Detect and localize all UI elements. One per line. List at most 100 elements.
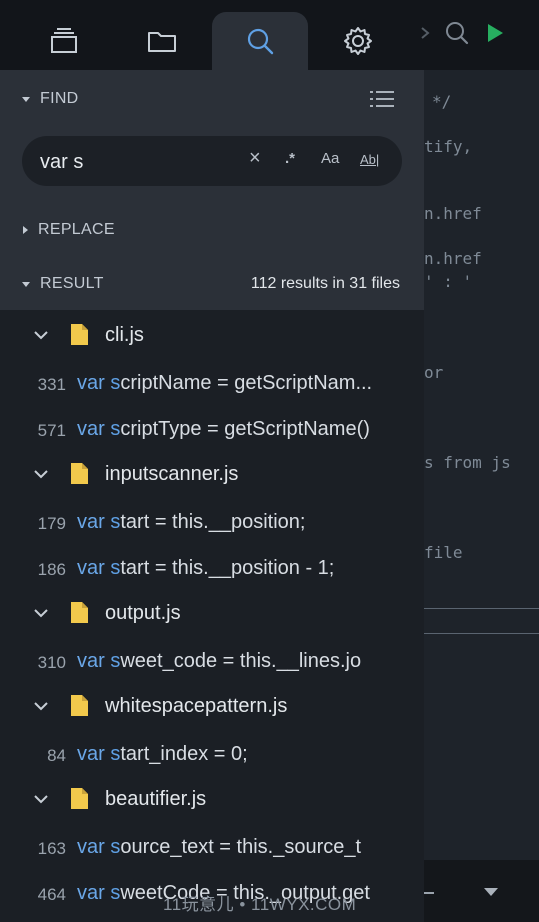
match-case-toggle[interactable]: Aa (321, 150, 339, 167)
result-file-row[interactable]: inputscanner.js (0, 455, 424, 495)
match-text: var scriptName = getScriptNam... (77, 372, 397, 395)
match-highlight: s (110, 836, 121, 858)
code-line: ' : ' (424, 272, 473, 291)
result-match-row[interactable]: 331 var scriptName = getScriptNam... (0, 363, 424, 403)
match-keyword: var (77, 557, 105, 579)
editor-bottom-bar (424, 860, 539, 922)
line-number: 84 (47, 746, 66, 765)
chevron-down-icon[interactable] (34, 794, 48, 804)
match-text: var scriptType = getScriptName() (77, 418, 397, 441)
match-text: var source_text = this._source_t (77, 836, 397, 859)
match-rest: criptName = getScriptNam... (120, 372, 373, 394)
gear-icon (344, 27, 372, 55)
result-match-row[interactable]: 310 var sweet_code = this.__lines.jo (0, 641, 424, 681)
result-match-row[interactable]: 163 var source_text = this._source_t (0, 827, 424, 867)
match-keyword: var (77, 511, 105, 533)
line-number: 163 (37, 839, 66, 858)
watermark: 11玩意儿 • 11WYX.COM (163, 895, 357, 914)
replace-label: REPLACE (38, 221, 115, 238)
result-count: 112 results in 31 files (250, 275, 400, 292)
file-icon (71, 602, 88, 623)
whole-word-toggle[interactable]: Ab| (360, 152, 379, 167)
match-highlight: s (110, 372, 121, 394)
find-label: FIND (40, 90, 79, 107)
match-rest: criptType = getScriptName() (120, 418, 370, 440)
file-icon (71, 788, 88, 809)
search-icon (247, 28, 274, 55)
result-file-name: output.js (105, 602, 181, 624)
code-line: or (424, 363, 444, 382)
result-match-row[interactable]: 84 var start_index = 0; (0, 734, 424, 774)
caret-down-icon (22, 281, 30, 287)
find-input[interactable] (38, 144, 232, 180)
match-text: var sweet_code = this.__lines.jo (77, 650, 397, 673)
top-toolbar (0, 0, 539, 70)
tab-search[interactable] (212, 12, 308, 70)
clear-icon[interactable]: × (249, 147, 261, 170)
match-text: var start = this.__position - 1; (77, 557, 397, 580)
code-line: n.href (424, 204, 482, 223)
match-highlight: s (110, 418, 121, 440)
chevron-down-icon[interactable] (34, 701, 48, 711)
play-icon[interactable] (484, 22, 506, 44)
match-text: var start = this.__position; (77, 511, 397, 534)
match-keyword: var (77, 743, 105, 765)
tab-folder[interactable] (114, 12, 210, 70)
editor-toolbar (420, 20, 506, 46)
result-file-name: whitespacepattern.js (105, 695, 288, 717)
result-list[interactable]: cli.js 331 var scriptName = getScriptNam..… (0, 310, 424, 922)
line-number: 571 (37, 421, 66, 440)
match-highlight: s (110, 557, 121, 579)
code-line: */ (432, 92, 452, 111)
match-highlight: s (110, 743, 121, 765)
file-icon (71, 324, 88, 345)
chevron-down-icon[interactable] (34, 608, 48, 618)
result-file-name: cli.js (105, 324, 144, 346)
match-rest: weet_code = this.__lines.jo (120, 650, 362, 672)
current-line-highlight (424, 608, 539, 634)
result-file-row[interactable]: beautifier.js (0, 780, 424, 820)
search-icon[interactable] (444, 20, 470, 46)
match-keyword: var (77, 418, 105, 440)
file-icon (71, 695, 88, 716)
result-file-name: beautifier.js (105, 788, 207, 810)
minus-icon[interactable] (424, 892, 434, 894)
match-text: var start_index = 0; (77, 743, 397, 766)
find-section-header[interactable]: FIND (0, 70, 424, 128)
match-keyword: var (77, 372, 105, 394)
caret-down-icon (22, 96, 30, 102)
result-match-row[interactable]: 571 var scriptType = getScriptName() (0, 409, 424, 449)
line-number: 179 (37, 514, 66, 533)
chevron-down-icon[interactable] (34, 469, 48, 479)
list-icon[interactable] (370, 90, 394, 108)
result-file-row[interactable]: output.js (0, 594, 424, 634)
line-number: 464 (37, 885, 66, 904)
caret-down-icon[interactable] (484, 888, 498, 896)
tab-settings[interactable] (310, 12, 406, 70)
match-keyword: var (77, 650, 105, 672)
result-match-row[interactable]: 179 var start = this.__position; (0, 502, 424, 542)
result-file-row[interactable]: whitespacepattern.js (0, 687, 424, 727)
match-keyword: var (77, 836, 105, 858)
regex-toggle[interactable]: .* (285, 150, 295, 167)
search-panel: FIND × .* Aa Ab| REPLACE RESULT 112 resu… (0, 70, 424, 922)
result-match-row[interactable]: 186 var start = this.__position - 1; (0, 548, 424, 588)
chevron-right-icon[interactable] (420, 26, 430, 40)
match-rest: ource_text = this._source_t (120, 836, 362, 858)
replace-section-header[interactable]: REPLACE (0, 205, 424, 255)
folder-icon (148, 32, 176, 52)
stack-icon (51, 28, 77, 53)
code-line: s from js (424, 453, 511, 472)
match-keyword: var (77, 882, 105, 904)
find-input-box: × .* Aa Ab| (22, 136, 402, 186)
tab-open-files[interactable] (16, 12, 112, 70)
match-highlight: s (110, 882, 121, 904)
result-label: RESULT (40, 275, 104, 292)
caret-right-icon (23, 226, 28, 234)
code-line: n.href (424, 249, 482, 268)
result-file-row[interactable]: cli.js (0, 316, 424, 356)
chevron-down-icon[interactable] (34, 330, 48, 340)
match-highlight: s (110, 511, 121, 533)
result-section-header[interactable]: RESULT 112 results in 31 files (0, 258, 424, 310)
code-editor[interactable]: */ tify, n.href n.href ' : ' or s from j… (424, 70, 539, 922)
